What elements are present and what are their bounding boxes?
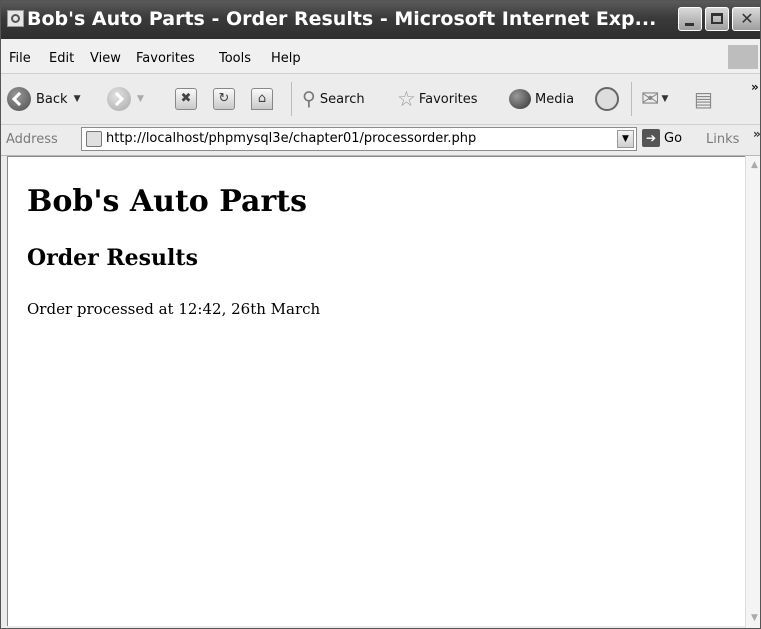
order-message: Order processed at 12:42, 26th March — [27, 300, 321, 318]
forward-arrow-icon — [107, 87, 131, 111]
favorites-button[interactable]: ☆ Favorites — [397, 74, 478, 124]
ie-icon — [7, 10, 24, 27]
stop-button[interactable]: ✖ — [175, 74, 197, 124]
home-button[interactable]: ⌂ — [251, 74, 273, 124]
search-label: Search — [319, 91, 365, 107]
address-url: http://localhost/phpmysql3e/chapter01/pr… — [106, 131, 477, 146]
back-label: Back — [36, 91, 68, 107]
address-bar: Address http://localhost/phpmysql3e/chap… — [1, 125, 760, 156]
mail-button[interactable]: ✉ ▼ — [641, 74, 668, 124]
print-button[interactable]: ▤ — [694, 74, 713, 124]
links-more-button[interactable]: » — [753, 127, 760, 141]
forward-dropdown-icon[interactable]: ▼ — [137, 94, 144, 104]
menu-favorites[interactable]: Favorites — [136, 51, 195, 66]
menu-help[interactable]: Help — [271, 51, 301, 66]
refresh-button[interactable]: ↻ — [213, 74, 235, 124]
back-arrow-icon — [7, 87, 31, 111]
scroll-down-icon[interactable]: ▼ — [747, 611, 760, 626]
title-bar: Bob's Auto Parts - Order Results - Micro… — [1, 1, 760, 39]
go-arrow-icon: ➔ — [642, 129, 660, 147]
minimize-button[interactable] — [678, 7, 702, 31]
toolbar: Back ▼ ▼ ✖ ↻ ⌂ ⚲ Search ☆ Favorites Medi… — [1, 74, 760, 125]
page-subheading: Order Results — [27, 245, 198, 271]
refresh-icon: ↻ — [213, 88, 235, 110]
print-icon: ▤ — [694, 87, 713, 111]
history-icon — [595, 87, 619, 111]
maximize-button[interactable] — [705, 7, 729, 31]
go-label: Go — [664, 130, 683, 146]
browser-window: Bob's Auto Parts - Order Results - Micro… — [0, 0, 761, 629]
search-icon: ⚲ — [302, 88, 316, 110]
search-button[interactable]: ⚲ Search — [302, 74, 365, 124]
toolbar-separator — [291, 82, 292, 116]
address-label: Address — [6, 132, 58, 147]
menu-bar: File Edit View Favorites Tools Help — [1, 39, 760, 74]
media-label: Media — [535, 91, 575, 107]
back-dropdown-icon[interactable]: ▼ — [74, 94, 81, 104]
toolbar-separator — [631, 82, 632, 116]
forward-button[interactable]: ▼ — [107, 74, 144, 124]
page-heading: Bob's Auto Parts — [27, 184, 308, 219]
media-button[interactable]: Media — [509, 74, 574, 124]
history-button[interactable] — [595, 74, 619, 124]
media-icon — [509, 89, 531, 109]
mail-icon: ✉ — [641, 86, 660, 112]
menu-tools[interactable]: Tools — [219, 51, 251, 66]
menu-view[interactable]: View — [90, 51, 121, 66]
favorites-label: Favorites — [418, 91, 478, 107]
mail-dropdown-icon[interactable]: ▼ — [661, 94, 668, 104]
links-button[interactable]: Links — [706, 132, 739, 147]
stop-icon: ✖ — [175, 88, 197, 110]
vertical-scrollbar[interactable]: ▲ ▼ — [745, 156, 760, 628]
close-button[interactable]: ✕ — [732, 7, 760, 31]
go-button[interactable]: ➔ Go — [642, 129, 682, 147]
menu-edit[interactable]: Edit — [49, 51, 74, 66]
star-icon: ☆ — [397, 87, 416, 111]
toolbar-more-button[interactable]: » — [751, 62, 759, 112]
address-dropdown-icon[interactable]: ▼ — [617, 130, 634, 148]
window-title: Bob's Auto Parts - Order Results - Micro… — [27, 8, 657, 30]
address-input[interactable]: http://localhost/phpmysql3e/chapter01/pr… — [81, 127, 637, 151]
menu-file[interactable]: File — [9, 51, 31, 66]
page-icon — [86, 131, 102, 147]
page-content: Bob's Auto Parts Order Results Order pro… — [7, 156, 745, 626]
scroll-up-icon[interactable]: ▲ — [747, 158, 760, 173]
back-button[interactable]: Back ▼ — [7, 74, 80, 124]
home-icon: ⌂ — [251, 88, 273, 110]
